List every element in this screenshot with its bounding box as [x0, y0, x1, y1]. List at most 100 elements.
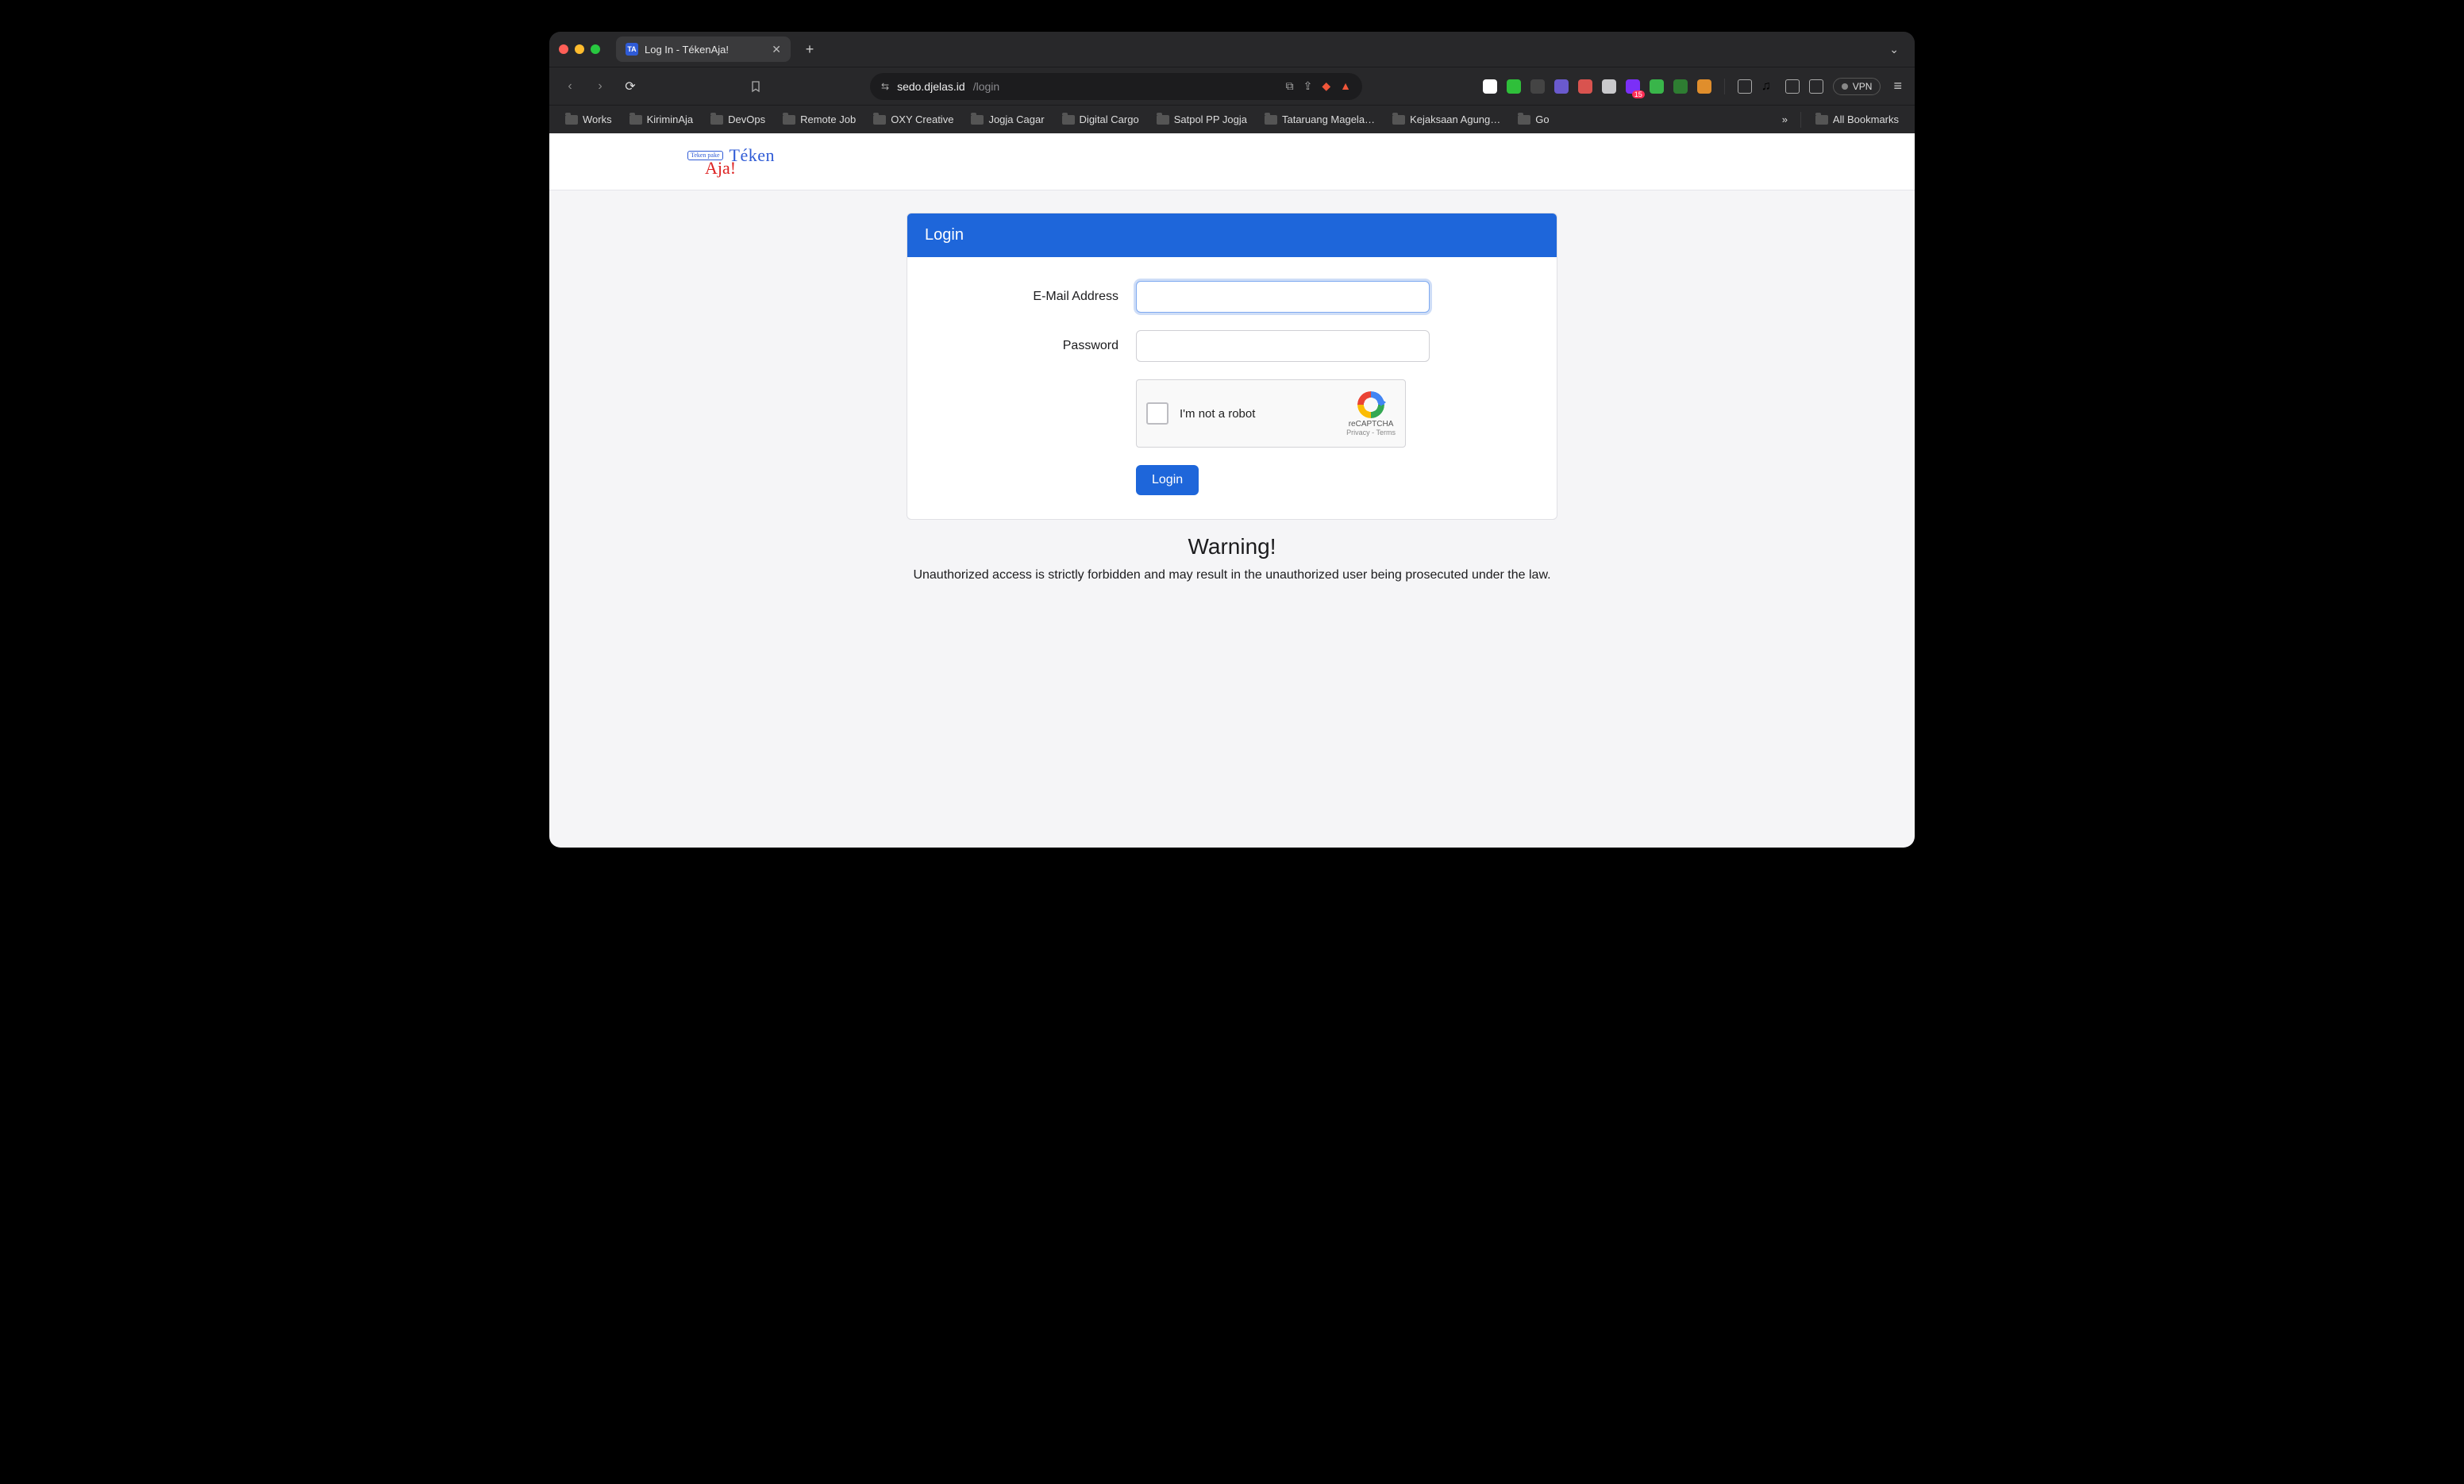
extension-icon[interactable]	[1530, 79, 1545, 94]
bookmark-label: Digital Cargo	[1080, 113, 1139, 125]
extension-icon[interactable]	[1507, 79, 1521, 94]
bookmark-item[interactable]: Kejaksaan Agung…	[1386, 110, 1507, 129]
bookmark-item[interactable]: Satpol PP Jogja	[1150, 110, 1253, 129]
extensions-menu-icon[interactable]	[1738, 79, 1752, 94]
site-logo[interactable]: Teken pake Téken Aja!	[687, 147, 775, 177]
logo-line2: Aja!	[705, 160, 736, 177]
new-tab-button[interactable]: +	[799, 38, 821, 60]
extension-icon[interactable]	[1626, 79, 1640, 94]
bookmark-label: Remote Job	[800, 113, 856, 125]
tab-title: Log In - TékenAja!	[645, 44, 729, 56]
recaptcha-text: I'm not a robot	[1180, 407, 1255, 421]
folder-icon	[629, 115, 642, 125]
bookmark-label: Satpol PP Jogja	[1174, 113, 1247, 125]
email-row: E-Mail Address	[930, 281, 1534, 313]
page-content: Login E-Mail Address Password I'm not a …	[549, 190, 1915, 617]
close-window-button[interactable]	[559, 44, 568, 54]
app-menu-button[interactable]: ≡	[1890, 78, 1905, 94]
extension-icons: ♫ VPN ≡	[1483, 78, 1905, 95]
recaptcha-widget: I'm not a robot reCAPTCHA Privacy - Term…	[1136, 379, 1406, 448]
sidebar-icon[interactable]	[1785, 79, 1800, 94]
recaptcha-brand-name: reCAPTCHA	[1346, 420, 1396, 429]
bookmark-label: Kejaksaan Agung…	[1410, 113, 1500, 125]
folder-icon	[971, 115, 984, 125]
tab-close-icon[interactable]: ✕	[772, 43, 781, 56]
bookmark-label: Go	[1535, 113, 1549, 125]
browser-tab[interactable]: TA Log In - TékenAja! ✕	[616, 37, 791, 62]
bookmark-item[interactable]: Digital Cargo	[1056, 110, 1145, 129]
maximize-window-button[interactable]	[591, 44, 600, 54]
recaptcha-icon	[1357, 391, 1384, 418]
warning-title: Warning!	[907, 534, 1557, 559]
all-bookmarks-button[interactable]: All Bookmarks	[1809, 110, 1905, 129]
folder-icon	[1392, 115, 1405, 125]
folder-icon	[873, 115, 886, 125]
extension-icon[interactable]	[1554, 79, 1569, 94]
cast-icon[interactable]: ⧉	[1286, 79, 1294, 93]
folder-icon	[710, 115, 723, 125]
site-header: Teken pake Téken Aja!	[549, 133, 1915, 190]
bookmarks-bar: Works KiriminAja DevOps Remote Job OXY Creat…	[549, 105, 1915, 133]
bookmark-label: KiriminAja	[647, 113, 694, 125]
forward-button[interactable]: ›	[589, 75, 611, 98]
folder-icon	[783, 115, 795, 125]
bookmark-item[interactable]: KiriminAja	[623, 110, 700, 129]
tab-favicon: TA	[626, 43, 638, 56]
email-input[interactable]	[1136, 281, 1430, 313]
warning-body: Unauthorized access is strictly forbidde…	[907, 566, 1557, 585]
bookmark-item[interactable]: OXY Creative	[867, 110, 960, 129]
bookmark-item[interactable]: DevOps	[704, 110, 772, 129]
address-bar[interactable]: ⇆ sedo.djelas.id/login ⧉ ⇪ ◆ ▲	[870, 73, 1362, 100]
bookmark-label: Jogja Cagar	[988, 113, 1044, 125]
folder-icon	[565, 115, 578, 125]
extension-icon[interactable]	[1697, 79, 1711, 94]
login-button[interactable]: Login	[1136, 465, 1199, 495]
minimize-window-button[interactable]	[575, 44, 584, 54]
site-settings-icon[interactable]: ⇆	[881, 81, 889, 92]
submit-row: Login	[1136, 465, 1534, 495]
bookmark-label: Tataruang Magela…	[1282, 113, 1375, 125]
folder-icon	[1815, 115, 1828, 125]
bookmarks-overflow-button[interactable]: »	[1777, 113, 1792, 125]
music-icon[interactable]: ♫	[1761, 79, 1776, 94]
bookmark-page-button[interactable]	[745, 75, 767, 98]
login-card: Login E-Mail Address Password I'm not a …	[907, 213, 1557, 520]
reload-button[interactable]: ⟳	[619, 75, 641, 98]
bookmark-item[interactable]: Works	[559, 110, 618, 129]
back-button[interactable]: ‹	[559, 75, 581, 98]
logo-line1: Téken	[730, 147, 775, 164]
separator	[1800, 112, 1801, 128]
extension-icon[interactable]	[1650, 79, 1664, 94]
extension-icon[interactable]	[1483, 79, 1497, 94]
password-input[interactable]	[1136, 330, 1430, 362]
recaptcha-terms-link[interactable]: Terms	[1376, 429, 1396, 436]
browser-window: TA Log In - TékenAja! ✕ + ⌄ ‹ › ⟳ ⇆ sedo…	[549, 32, 1915, 848]
bookmark-item[interactable]: Go	[1511, 110, 1555, 129]
window-controls	[559, 44, 600, 54]
folder-icon	[1265, 115, 1277, 125]
recaptcha-privacy-link[interactable]: Privacy	[1346, 429, 1370, 436]
card-title: Login	[907, 213, 1557, 257]
bookmark-item[interactable]: Jogja Cagar	[964, 110, 1050, 129]
email-label: E-Mail Address	[930, 290, 1136, 304]
bookmark-item[interactable]: Remote Job	[776, 110, 862, 129]
toolbar: ‹ › ⟳ ⇆ sedo.djelas.id/login ⧉ ⇪ ◆ ▲	[549, 67, 1915, 105]
extension-icon[interactable]	[1578, 79, 1592, 94]
brave-shields-icon[interactable]: ◆	[1322, 79, 1330, 93]
url-path: /login	[973, 80, 999, 93]
folder-icon	[1157, 115, 1169, 125]
share-icon[interactable]: ⇪	[1303, 79, 1313, 93]
recaptcha-checkbox[interactable]	[1146, 402, 1168, 425]
url-host: sedo.djelas.id	[897, 80, 965, 93]
extension-icon[interactable]	[1673, 79, 1688, 94]
reader-icon[interactable]	[1809, 79, 1823, 94]
bookmark-item[interactable]: Tataruang Magela…	[1258, 110, 1381, 129]
tabs-dropdown-button[interactable]: ⌄	[1883, 43, 1905, 56]
bookmark-label: OXY Creative	[891, 113, 953, 125]
title-bar: TA Log In - TékenAja! ✕ + ⌄	[549, 32, 1915, 67]
brave-wallet-icon[interactable]: ▲	[1340, 79, 1351, 93]
bookmarks-list: Works KiriminAja DevOps Remote Job OXY Creat…	[559, 110, 1556, 129]
all-bookmarks-label: All Bookmarks	[1833, 113, 1899, 125]
extension-icon[interactable]	[1602, 79, 1616, 94]
vpn-button[interactable]: VPN	[1833, 78, 1881, 95]
